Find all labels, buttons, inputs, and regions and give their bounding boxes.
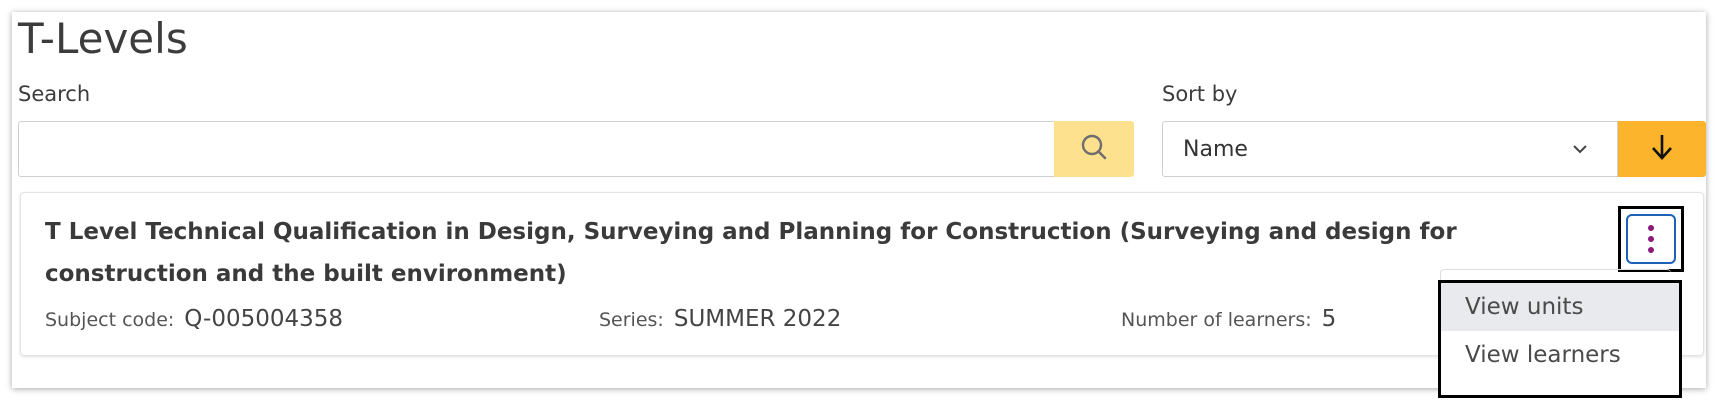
kebab-dot [1648, 236, 1654, 242]
tlevels-panel: T-Levels Search Sort by Name T Level Tec… [12, 12, 1706, 398]
sort-select[interactable]: Name [1162, 121, 1618, 177]
subject-code-label: Subject code: [45, 309, 175, 331]
search-label: Search [18, 82, 91, 106]
learner-count: Number of learners: 5 [1121, 306, 1336, 332]
series: Series: SUMMER 2022 [599, 306, 841, 332]
actions-menu-button[interactable] [1618, 206, 1684, 272]
subject-code: Subject code: Q-005004358 [45, 306, 343, 332]
learner-count-label: Number of learners: [1121, 309, 1312, 331]
qualification-title: T Level Technical Qualification in Desig… [45, 219, 1457, 287]
kebab-menu-icon [1626, 214, 1676, 264]
kebab-dot [1648, 225, 1654, 231]
series-label: Series: [599, 309, 664, 331]
menu-item-view-units[interactable]: View units [1441, 283, 1679, 331]
menu-item-view-learners[interactable]: View learners [1441, 331, 1679, 379]
arrow-down-icon [1649, 132, 1675, 166]
search-input[interactable] [18, 121, 1054, 177]
menu-item-label: View learners [1465, 342, 1621, 368]
sort-selected-value: Name [1183, 136, 1248, 162]
search-icon [1080, 133, 1108, 165]
search-button[interactable] [1054, 121, 1134, 177]
menu-item-label: View units [1465, 294, 1584, 320]
subject-code-value: Q-005004358 [184, 306, 344, 332]
series-value: SUMMER 2022 [673, 306, 842, 332]
chevron-down-icon [1571, 140, 1589, 162]
sort-direction-button[interactable] [1618, 121, 1706, 177]
learner-count-value: 5 [1321, 306, 1337, 332]
sort-label: Sort by [1162, 82, 1238, 106]
actions-dropdown-menu: View units View learners [1438, 280, 1682, 398]
page-title: T-Levels [18, 14, 188, 63]
kebab-dot [1648, 247, 1654, 253]
